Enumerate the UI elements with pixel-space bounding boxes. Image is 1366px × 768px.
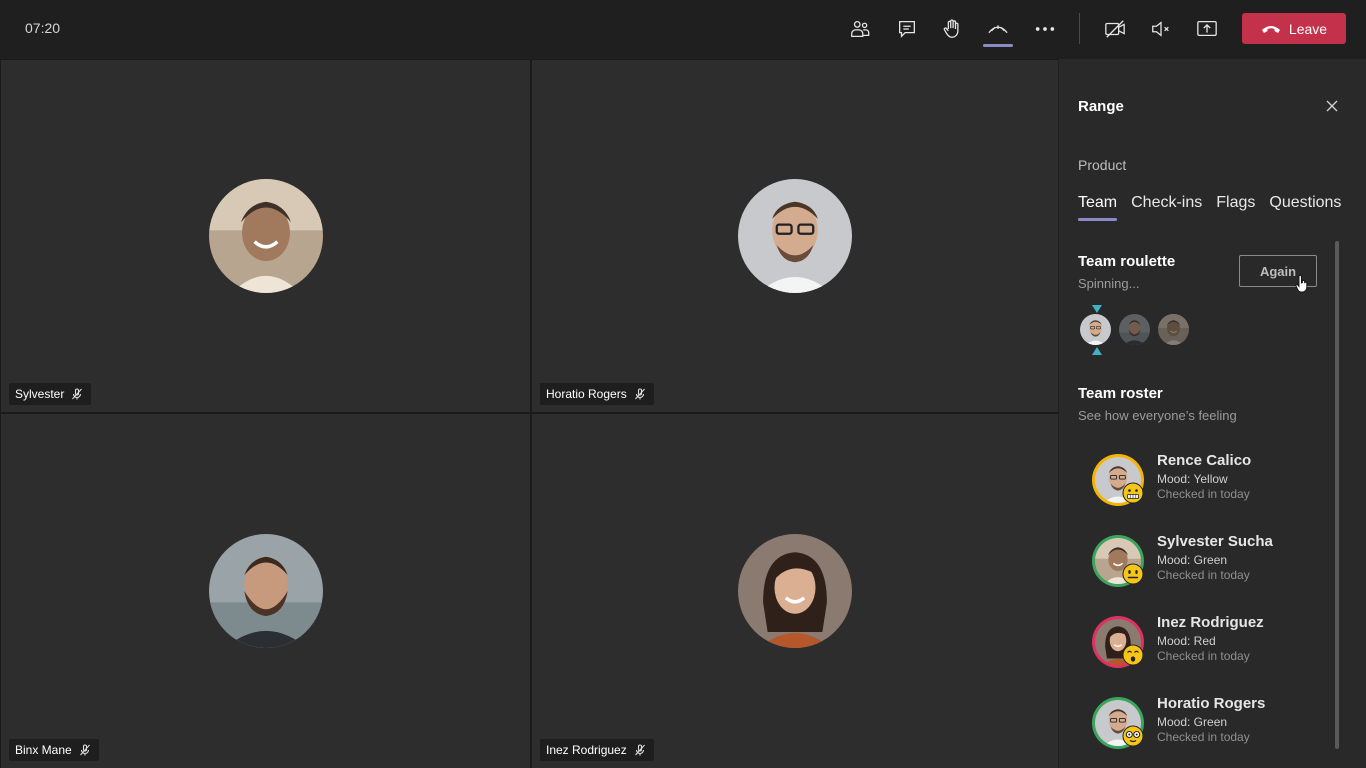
- mic-off-icon: [79, 744, 90, 756]
- roulette-title: Team roulette: [1078, 253, 1176, 270]
- tab-check-ins[interactable]: Check-ins: [1131, 194, 1202, 220]
- video-tile[interactable]: Inez Rodriguez: [532, 414, 1058, 768]
- member-name: Horatio Rogers: [1157, 695, 1266, 712]
- pointer-cursor-icon: [1295, 275, 1308, 293]
- panel-tabs: Team Check-ins Flags Questions: [1078, 194, 1355, 221]
- member-mood: Mood: Yellow: [1157, 472, 1228, 486]
- roster-member[interactable]: Sylvester Sucha Mood: Green Checked in t…: [1092, 533, 1332, 593]
- camera-toggle-button[interactable]: [1099, 14, 1131, 44]
- chat-icon: [899, 21, 915, 38]
- share-screen-icon: [1197, 21, 1217, 37]
- speaker-muted-icon: [1152, 21, 1169, 37]
- raise-hand-button[interactable]: [936, 14, 968, 44]
- video-tile[interactable]: Binx Mane: [1, 414, 530, 768]
- tab-questions[interactable]: Questions: [1269, 194, 1341, 220]
- video-tile[interactable]: Horatio Rogers: [532, 60, 1058, 412]
- roster-member[interactable]: Horatio Rogers Mood: Green Checked in to…: [1092, 695, 1332, 755]
- member-checkin-status: Checked in today: [1157, 487, 1250, 501]
- participant-name-tag: Sylvester: [9, 383, 92, 405]
- roster-subtitle: See how everyone’s feeling: [1078, 408, 1237, 423]
- participant-name: Horatio Rogers: [546, 387, 627, 401]
- roulette-status: Spinning...: [1078, 276, 1140, 291]
- participant-photo: [738, 179, 852, 293]
- leave-label: Leave: [1288, 20, 1328, 37]
- mic-off-icon: [634, 388, 645, 400]
- roster-member[interactable]: Rence Calico Mood: Yellow Checked in tod…: [1092, 452, 1332, 512]
- participant-photo: [738, 534, 852, 648]
- mic-off-icon: [634, 744, 645, 756]
- mic-off-icon: [72, 388, 83, 400]
- roulette-photo: [1080, 314, 1111, 345]
- participant-photo: [209, 534, 323, 648]
- member-checkin-status: Checked in today: [1157, 730, 1250, 744]
- share-screen-button[interactable]: [1191, 14, 1223, 44]
- participants-button[interactable]: [844, 14, 876, 44]
- member-mood: Mood: Green: [1157, 553, 1228, 567]
- participant-avatar: [209, 534, 323, 648]
- close-icon: [1326, 100, 1338, 112]
- apps-button[interactable]: [982, 14, 1014, 47]
- video-tile[interactable]: Sylvester: [1, 60, 530, 412]
- apps-icon: [988, 25, 1008, 34]
- neutral-emoji-icon: [1122, 563, 1144, 585]
- participant-name: Binx Mane: [15, 743, 72, 757]
- panel-subheading: Product: [1078, 157, 1127, 173]
- more-options-button[interactable]: [1029, 14, 1061, 44]
- grimace-emoji-icon: [1122, 482, 1144, 504]
- roulette-photo: [1158, 314, 1189, 345]
- roulette-top-marker-icon: [1092, 305, 1102, 313]
- member-name: Inez Rodriguez: [1157, 614, 1264, 631]
- camera-off-icon: [1105, 20, 1125, 38]
- speaker-toggle-button[interactable]: [1145, 14, 1177, 44]
- raise-hand-icon: [943, 19, 959, 38]
- roster-title: Team roster: [1078, 385, 1163, 402]
- more-icon: [1035, 27, 1055, 31]
- toolbar-divider: [1079, 13, 1080, 44]
- panel-scrollbar[interactable]: [1335, 241, 1339, 749]
- participant-name-tag: Horatio Rogers: [540, 383, 654, 405]
- roulette-avatar: [1119, 314, 1150, 345]
- member-checkin-status: Checked in today: [1157, 568, 1250, 582]
- member-mood: Mood: Green: [1157, 715, 1228, 729]
- member-name: Rence Calico: [1157, 452, 1252, 469]
- close-panel-button[interactable]: [1324, 98, 1340, 114]
- video-grid: Sylvester Horatio Rogers Binx Mane Inez …: [0, 59, 1058, 768]
- participant-name: Inez Rodriguez: [546, 743, 627, 757]
- nerd-emoji-icon: [1122, 725, 1144, 747]
- tab-flags[interactable]: Flags: [1216, 194, 1255, 220]
- meeting-timer: 07:20: [25, 20, 61, 36]
- member-mood: Mood: Red: [1157, 634, 1216, 648]
- participant-name: Sylvester: [15, 387, 65, 401]
- dizzy-emoji-icon: [1122, 644, 1144, 666]
- roulette-photo: [1119, 314, 1150, 345]
- leave-button[interactable]: Leave: [1242, 13, 1346, 44]
- participant-avatar: [738, 534, 852, 648]
- panel-title: Range: [1078, 98, 1124, 115]
- meeting-toolbar: 07:20 Leave: [0, 0, 1366, 58]
- roulette-wheel: [1080, 314, 1189, 345]
- participant-name-tag: Inez Rodriguez: [540, 739, 654, 761]
- participant-name-tag: Binx Mane: [9, 739, 99, 761]
- participant-avatar: [209, 179, 323, 293]
- roster-member[interactable]: Inez Rodriguez Mood: Red Checked in toda…: [1092, 614, 1332, 674]
- roulette-bottom-marker-icon: [1092, 347, 1102, 355]
- roulette-avatar: [1080, 314, 1111, 345]
- app-side-panel: Range Product Team Check-ins Flags Quest…: [1059, 59, 1366, 768]
- member-name: Sylvester Sucha: [1157, 533, 1273, 550]
- chat-button[interactable]: [891, 14, 923, 44]
- people-icon: [851, 21, 870, 37]
- member-checkin-status: Checked in today: [1157, 649, 1250, 663]
- participant-photo: [209, 179, 323, 293]
- participant-avatar: [738, 179, 852, 293]
- roulette-avatar: [1158, 314, 1189, 345]
- tab-team[interactable]: Team: [1078, 194, 1118, 221]
- phone-hangup-icon: [1261, 25, 1280, 33]
